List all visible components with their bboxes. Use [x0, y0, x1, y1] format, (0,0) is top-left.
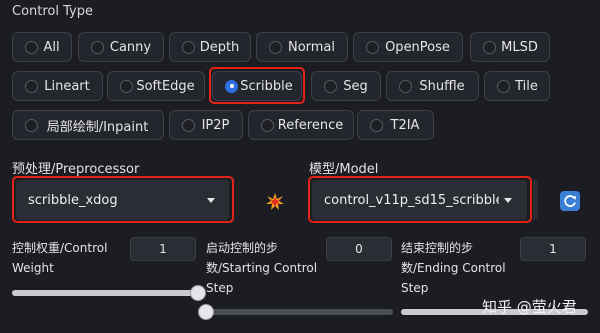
control-weight-slider-thumb[interactable] — [190, 285, 206, 301]
option-label: IP2P — [201, 117, 230, 133]
dropdown-edge — [533, 180, 538, 220]
ending-step-label: 结束控制的步 数/Ending Control Step — [401, 238, 506, 298]
label-line: 数/Ending Control — [401, 261, 506, 275]
highlight-box-scribble — [209, 67, 305, 104]
starting-step-slider-track[interactable] — [206, 309, 393, 315]
option-t2ia[interactable]: T2IA — [357, 110, 434, 140]
radio-icon — [370, 118, 383, 132]
option-mlsd[interactable]: MLSD — [470, 32, 550, 62]
label-line: Weight — [12, 261, 54, 275]
option-normal[interactable]: Normal — [256, 32, 348, 62]
option-softedge[interactable]: SoftEdge — [107, 71, 205, 101]
model-label: 模型/Model — [309, 162, 379, 177]
option-label: Reference — [277, 117, 344, 133]
option-openpose[interactable]: OpenPose — [353, 32, 463, 62]
radio-icon — [366, 40, 379, 54]
option-lineart[interactable]: Lineart — [12, 71, 103, 101]
option-reference[interactable]: Reference — [248, 110, 354, 140]
label-line: 启动控制的步 — [206, 241, 279, 255]
option-label: MLSD — [501, 39, 538, 55]
starting-step-slider-thumb[interactable] — [198, 304, 214, 320]
radio-icon — [25, 40, 38, 54]
option-label: 局部绘制/Inpaint — [46, 119, 149, 135]
option-label: Lineart — [44, 78, 90, 94]
radio-icon — [91, 40, 104, 54]
starting-step-input[interactable]: 0 — [326, 237, 392, 261]
control-weight-slider-fill — [12, 290, 198, 296]
radio-icon — [399, 79, 412, 93]
option-canny[interactable]: Canny — [78, 32, 164, 62]
explosion-icon[interactable] — [265, 192, 285, 212]
radio-icon — [25, 79, 38, 93]
radio-icon — [25, 118, 38, 132]
ending-step-input[interactable]: 1 — [520, 237, 586, 261]
option-label: OpenPose — [385, 39, 450, 55]
radio-icon — [182, 40, 195, 54]
highlight-box-preprocessor — [12, 176, 234, 223]
radio-icon — [182, 118, 195, 132]
option-seg[interactable]: Seg — [311, 71, 381, 101]
option-depth[interactable]: Depth — [169, 32, 251, 62]
option-inpaint[interactable]: 局部绘制/Inpaint — [12, 110, 164, 140]
refresh-icon[interactable] — [560, 191, 580, 211]
radio-icon — [324, 79, 337, 93]
control-weight-label: 控制权重/Control Weight — [12, 238, 107, 278]
control-weight-input[interactable]: 1 — [130, 237, 196, 261]
radio-icon — [269, 40, 282, 54]
label-line: 控制权重/Control — [12, 241, 108, 255]
option-ip2p[interactable]: IP2P — [169, 110, 243, 140]
option-label: Depth — [199, 39, 240, 55]
option-label: All — [43, 39, 60, 55]
control-type-title: Control Type — [12, 4, 93, 19]
option-label: Normal — [287, 39, 336, 55]
radio-icon — [483, 40, 496, 54]
option-tile[interactable]: Tile — [484, 71, 550, 101]
label-line: 结束控制的步 — [401, 241, 474, 255]
label-line: Step — [401, 281, 429, 295]
option-all[interactable]: All — [12, 32, 72, 62]
option-label: T2IA — [390, 117, 420, 133]
starting-step-label: 启动控制的步 数/Starting Control Step — [206, 238, 317, 298]
option-label: Shuffle — [419, 78, 465, 94]
option-label: SoftEdge — [136, 78, 195, 94]
radio-icon — [120, 79, 133, 93]
label-line: Step — [206, 281, 234, 295]
option-label: Tile — [515, 78, 538, 94]
preprocessor-label: 预处理/Preprocessor — [12, 162, 140, 177]
radio-icon — [261, 118, 274, 132]
option-label: Canny — [109, 39, 152, 55]
radio-icon — [497, 79, 510, 93]
watermark-text: 知乎 @萤火君 — [482, 298, 577, 316]
label-line: 数/Starting Control — [206, 261, 318, 275]
highlight-box-model — [308, 176, 532, 223]
option-shuffle[interactable]: Shuffle — [386, 71, 479, 101]
option-label: Seg — [343, 78, 368, 94]
